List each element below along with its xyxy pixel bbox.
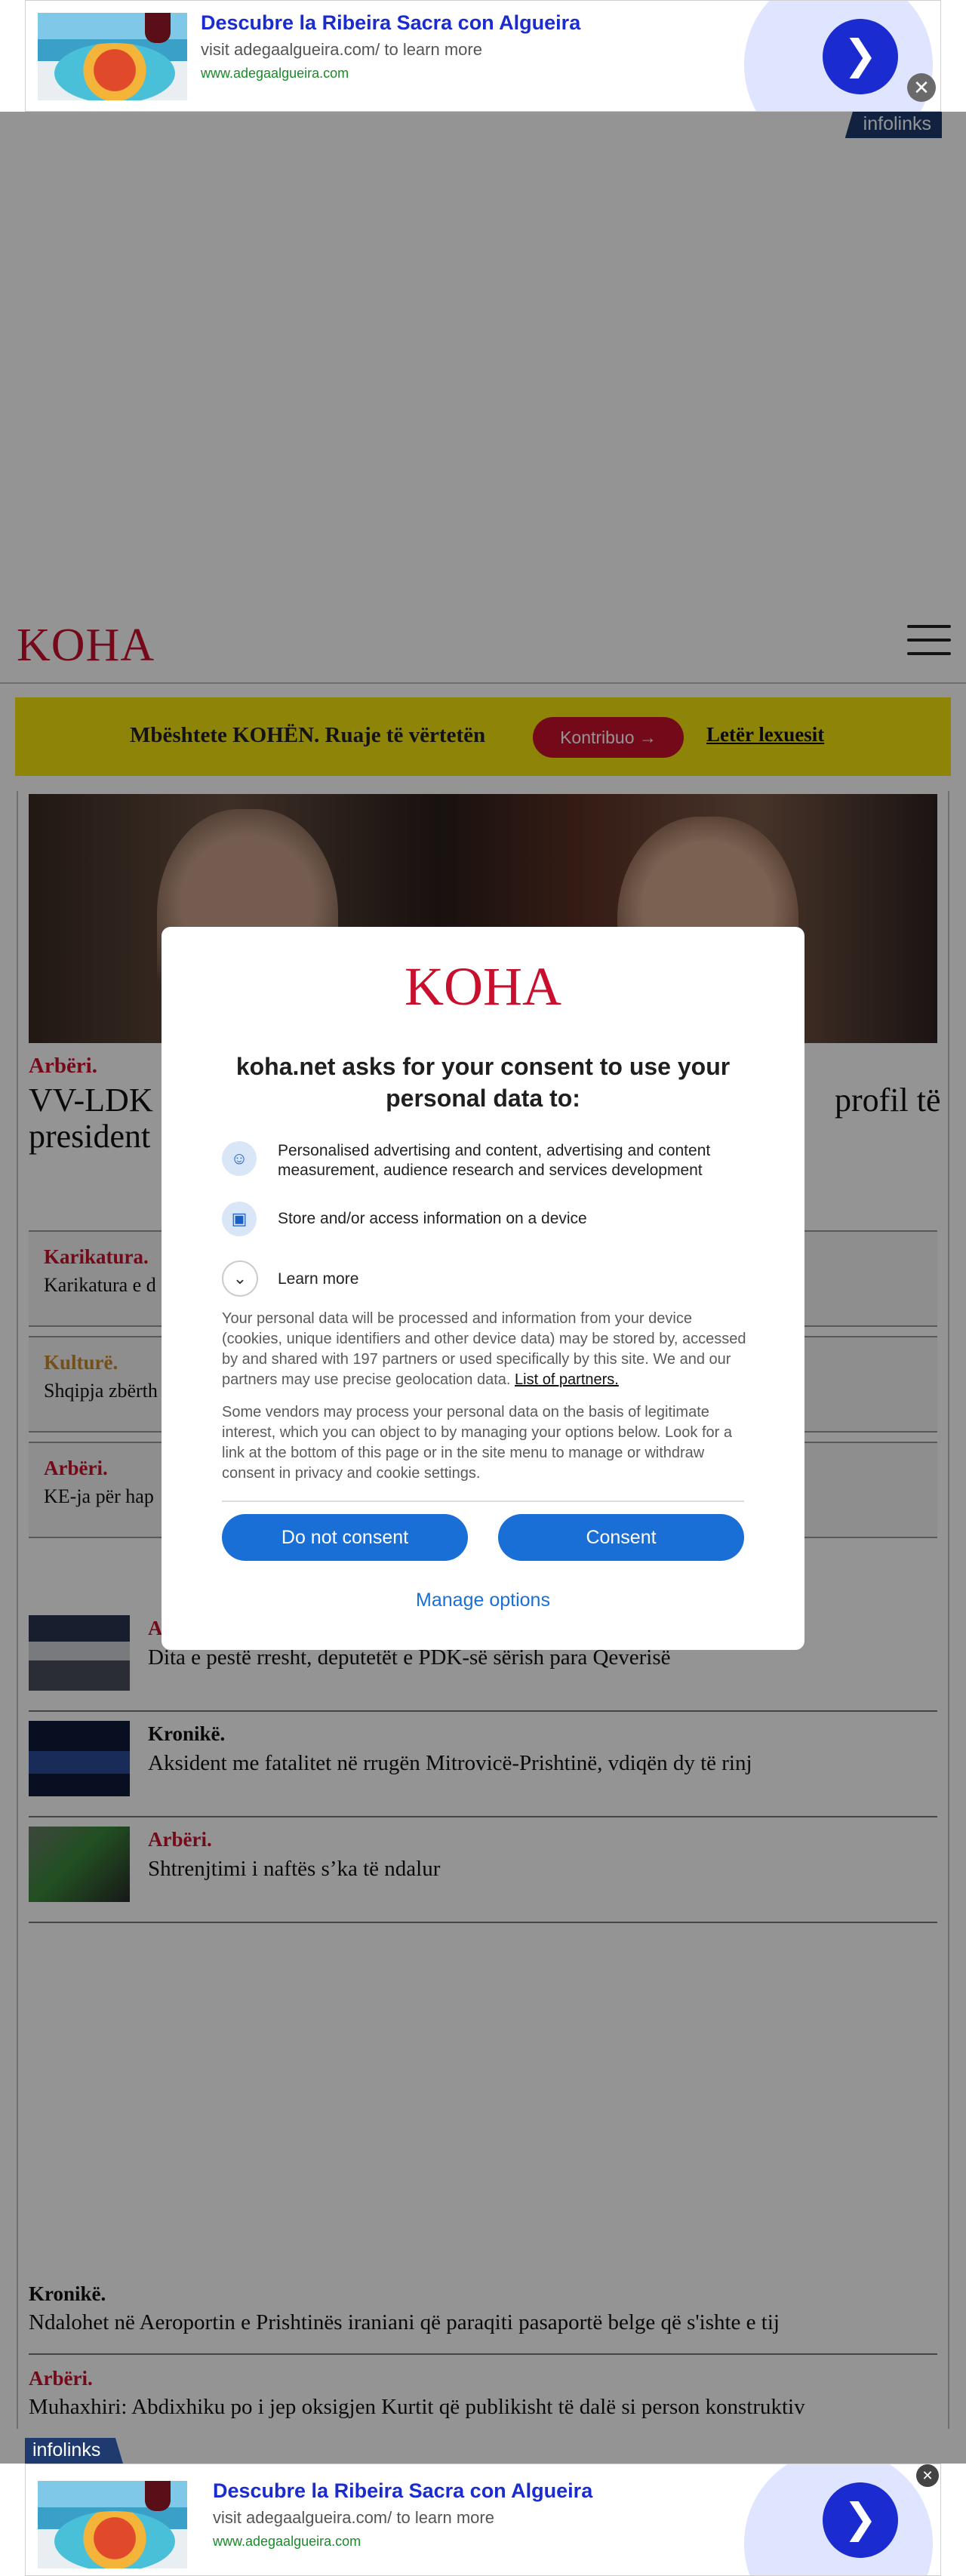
consent-heading: koha.net asks for your consent to use yo… [235, 1053, 731, 1112]
ad-subtitle: visit adegaalgueira.com/ to learn more [213, 2508, 494, 2527]
chevron-down-icon[interactable]: ⌄ [222, 1260, 258, 1297]
do-not-consent-button[interactable]: Do not consent [222, 1514, 468, 1561]
consent-paragraph-1: Your personal data will be processed and… [222, 1310, 746, 1388]
consent-divider [222, 1500, 744, 1502]
devices-icon: ▣ [222, 1202, 257, 1236]
chevron-right-icon[interactable]: ❯ [823, 2482, 898, 2558]
consent-logo: KOHA [405, 956, 561, 1017]
close-icon[interactable]: ✕ [907, 73, 936, 102]
consent-button[interactable]: Consent [498, 1514, 744, 1561]
ad-title[interactable]: Descubre la Ribeira Sacra con Algueira [213, 2479, 592, 2503]
purpose-text: Personalised advertising and content, ad… [278, 1142, 711, 1179]
learn-more-label[interactable]: Learn more [278, 1270, 358, 1289]
ad-url[interactable]: www.adegaalgueira.com [213, 2534, 361, 2550]
chevron-right-icon[interactable]: ❯ [823, 19, 898, 94]
ad-image[interactable] [38, 2481, 187, 2568]
ad-title[interactable]: Descubre la Ribeira Sacra con Algueira [201, 11, 580, 35]
user-icon: ☺ [222, 1141, 257, 1176]
consent-details: Your personal data will be processed and… [222, 1309, 752, 1390]
partners-link[interactable]: List of partners. [515, 1371, 619, 1388]
manage-options-link[interactable]: Manage options [162, 1590, 804, 1611]
ad-subtitle: visit adegaalgueira.com/ to learn more [201, 40, 482, 59]
purpose-text: Store and/or access information on a dev… [278, 1210, 587, 1227]
consent-dialog: KOHA koha.net asks for your consent to u… [162, 927, 804, 1650]
infolinks-badge[interactable]: infolinks [25, 2438, 124, 2464]
consent-paragraph-2: Some vendors may process your personal d… [222, 1404, 732, 1482]
top-ad-banner[interactable]: Descubre la Ribeira Sacra con Algueira v… [25, 0, 941, 112]
ad-image[interactable] [38, 13, 187, 100]
close-icon[interactable]: ✕ [916, 2464, 939, 2487]
bottom-ad-banner[interactable]: Descubre la Ribeira Sacra con Algueira v… [25, 2464, 941, 2576]
ad-url[interactable]: www.adegaalgueira.com [201, 66, 349, 82]
